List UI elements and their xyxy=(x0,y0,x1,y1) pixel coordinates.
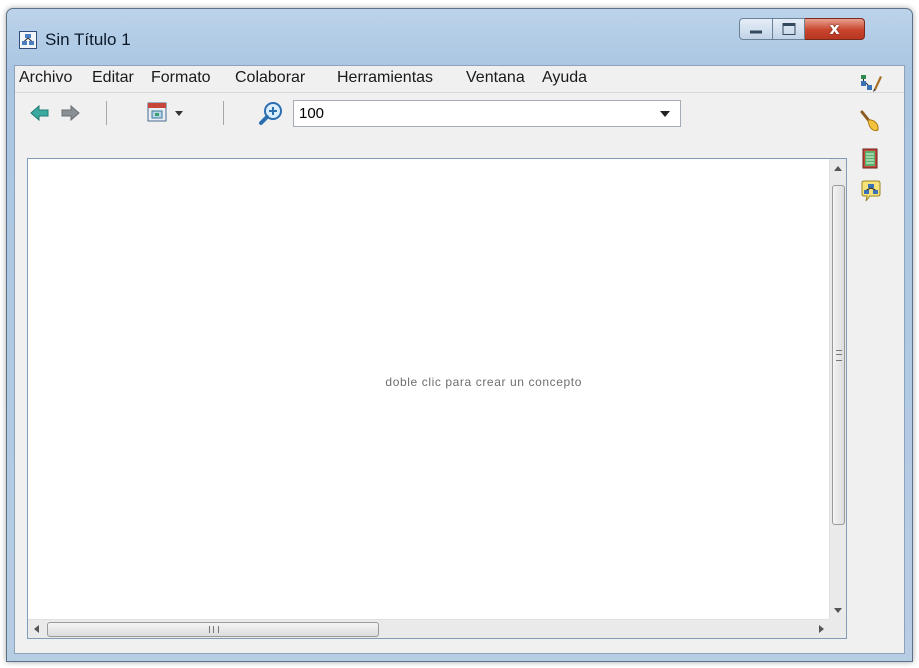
notes-icon[interactable] xyxy=(859,147,881,171)
menu-colaborar[interactable]: Colaborar xyxy=(235,69,305,87)
grip-icon xyxy=(209,626,219,633)
toolbar-separator xyxy=(223,101,224,125)
zoom-combo[interactable]: 100 xyxy=(293,100,681,127)
back-arrow-icon[interactable] xyxy=(30,104,50,122)
menu-formato[interactable]: Formato xyxy=(151,69,211,87)
vertical-scroll-thumb[interactable] xyxy=(832,185,845,525)
forward-arrow-icon[interactable] xyxy=(60,104,80,122)
toolbar-separator xyxy=(106,101,107,125)
menu-editar[interactable]: Editar xyxy=(92,69,134,87)
vertical-scrollbar[interactable] xyxy=(829,159,846,620)
menu-bar: Archivo Editar Formato Colaborar Herrami… xyxy=(15,66,904,93)
scroll-corner xyxy=(829,619,846,638)
title-bar[interactable]: Sin Título 1 x xyxy=(7,9,912,65)
window-title: Sin Título 1 xyxy=(45,30,131,49)
scroll-left-icon[interactable] xyxy=(34,625,39,633)
minimize-icon xyxy=(750,30,762,34)
collaboration-icon[interactable] xyxy=(859,179,883,205)
toolbar: 100 xyxy=(15,93,904,133)
zoom-value: 100 xyxy=(299,105,325,122)
concept-map-canvas[interactable]: doble clic para crear un concepto xyxy=(27,158,847,639)
zoom-icon[interactable] xyxy=(258,100,286,126)
horizontal-scroll-thumb[interactable] xyxy=(47,622,379,637)
maximize-icon xyxy=(782,23,795,35)
client-area: Archivo Editar Formato Colaborar Herrami… xyxy=(14,65,905,654)
app-icon[interactable] xyxy=(19,31,37,49)
menu-herramientas[interactable]: Herramientas xyxy=(337,69,433,87)
view-mode-icon[interactable] xyxy=(145,101,187,125)
horizontal-scrollbar[interactable] xyxy=(28,619,831,638)
maximize-button[interactable] xyxy=(773,18,805,40)
menu-archivo[interactable]: Archivo xyxy=(19,69,72,87)
scroll-right-icon[interactable] xyxy=(819,625,824,633)
close-icon: x xyxy=(829,19,840,38)
menu-ayuda[interactable]: Ayuda xyxy=(542,69,587,87)
scroll-up-icon[interactable] xyxy=(834,166,842,171)
menu-ventana[interactable]: Ventana xyxy=(466,69,525,87)
grip-icon xyxy=(836,350,842,361)
application-window: Sin Título 1 x Archivo Editar Formato Co… xyxy=(6,8,913,662)
chevron-down-icon[interactable] xyxy=(660,111,670,117)
brush-icon[interactable] xyxy=(859,109,883,135)
canvas-hint: doble clic para crear un concepto xyxy=(385,375,582,389)
minimize-button[interactable] xyxy=(739,18,773,40)
styles-palette-icon[interactable] xyxy=(859,71,883,93)
close-button[interactable]: x xyxy=(805,18,865,40)
scroll-down-icon[interactable] xyxy=(834,608,842,613)
